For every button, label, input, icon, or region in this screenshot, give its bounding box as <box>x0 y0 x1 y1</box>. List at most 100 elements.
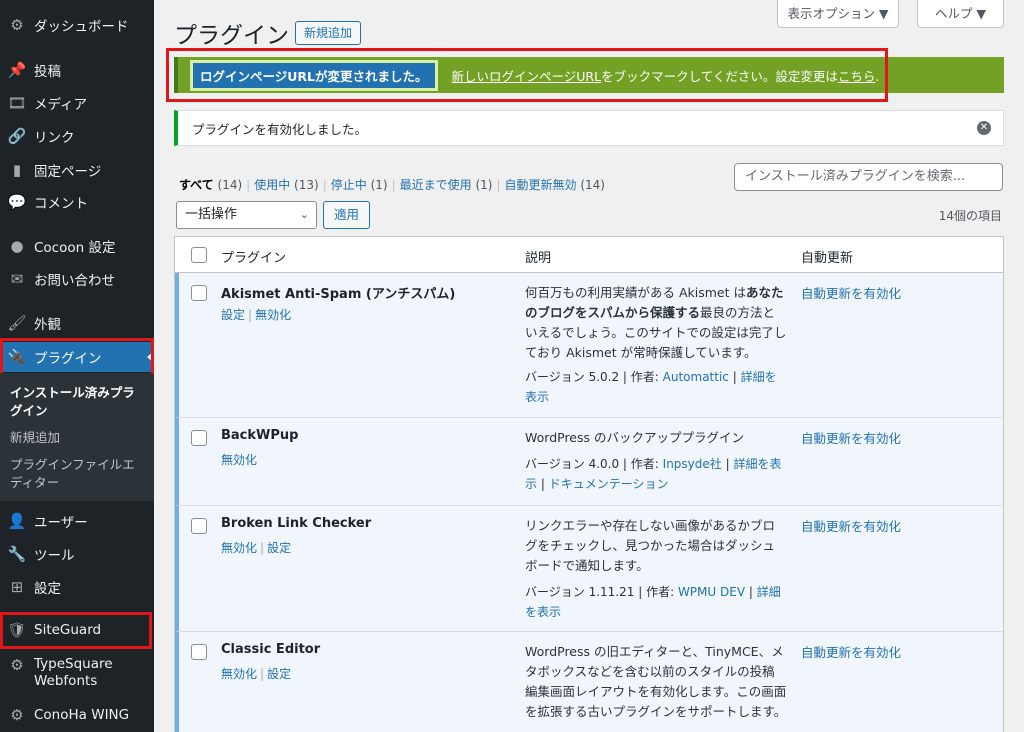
menu-typesquare[interactable]: ⚙ TypeSquare Webfonts <box>0 656 154 692</box>
menu-comments[interactable]: 💬 コメント <box>0 187 154 217</box>
activated-text: プラグインを有効化しました。 <box>192 121 368 137</box>
menu-links[interactable]: 🔗 リンク <box>0 121 154 151</box>
plugin-actions: 無効化 <box>221 451 257 468</box>
row-checkbox[interactable] <box>191 285 207 301</box>
plugin-meta: バージョン 4.0.0 | 作者: Inpsyde社 | 詳細を表示 | ドキュ… <box>525 457 782 491</box>
settings-link[interactable]: 設定 <box>221 308 245 322</box>
apply-button[interactable]: 適用 <box>323 201 371 229</box>
mail-icon: ✉ <box>10 270 24 288</box>
filter-all[interactable]: すべて (14) <box>179 178 242 192</box>
filter-recently-active[interactable]: 最近まで使用 (1) <box>400 178 493 192</box>
deactivate-link[interactable]: 無効化 <box>221 541 257 555</box>
menu-label: ConoHa WING <box>34 707 130 723</box>
bulk-action-value: 一括操作 <box>185 207 238 222</box>
settings-link[interactable]: 設定 <box>267 541 291 555</box>
plugin-meta: バージョン 1.11.21 | 作者: WPMU DEV | 詳細を表示 <box>525 585 781 619</box>
enable-auto-update-link[interactable]: 自動更新を有効化 <box>801 642 901 661</box>
plugins-table: プラグイン 説明 自動更新 Akismet Anti-Spam (アンチスパム)… <box>174 236 1004 732</box>
help-button[interactable]: ヘルプ ▼ <box>917 0 1004 28</box>
menu-media[interactable]: 🎞 メディア <box>0 88 154 118</box>
submenu-add-new[interactable]: 新規追加 <box>10 429 144 447</box>
author-link[interactable]: Automattic <box>663 370 729 384</box>
plugin-name: Classic Editor <box>221 642 321 657</box>
page-title: プラグイン <box>174 23 289 49</box>
plugin-search-input[interactable]: インストール済みプラグインを検索... <box>734 163 1003 191</box>
menu-appearance[interactable]: 🖌 外観 <box>0 308 154 338</box>
activated-notice: プラグインを有効化しました。 ✕ <box>174 110 1004 146</box>
filter-inactive[interactable]: 停止中 (1) <box>331 178 388 192</box>
media-icon: 🎞 <box>7 94 27 112</box>
plugin-actions: 無効化 | 設定 <box>221 667 292 681</box>
column-plugin[interactable]: プラグイン <box>221 247 286 266</box>
page-icon: ▮ <box>12 161 22 179</box>
menu-label: TypeSquare Webfonts <box>34 656 113 689</box>
menu-label: 固定ページ <box>34 164 102 180</box>
select-all-checkbox[interactable] <box>191 247 207 263</box>
screen-options-button[interactable]: 表示オプション ▼ <box>777 0 899 28</box>
plugin-description: リンクエラーや存在しない画像があるかブログをチェックし、見つかった場合はダッシュ… <box>525 518 776 573</box>
typesquare-icon: ⚙ <box>10 656 24 674</box>
menu-contact[interactable]: ✉ お問い合わせ <box>0 264 154 294</box>
submenu-plugin-editor[interactable]: プラグインファイルエディター <box>10 456 144 492</box>
table-row: BackWPup 無効化 WordPress のバックアッププラグイン バージョ… <box>175 418 1003 506</box>
status-filters: すべて (14) | 使用中 (13) | 停止中 (1) | 最近まで使用 (1) | 自動更… <box>179 178 605 192</box>
deactivate-link[interactable]: 無効化 <box>221 667 257 681</box>
enable-auto-update-link[interactable]: 自動更新を有効化 <box>801 516 901 535</box>
table-row: Broken Link Checker 無効化 | 設定 リンクエラーや存在しない画… <box>175 506 1003 632</box>
settings-link[interactable]: 設定 <box>267 667 291 681</box>
menu-label: お問い合わせ <box>34 273 115 289</box>
link-icon: 🔗 <box>7 127 27 145</box>
menu-label: 設定 <box>34 581 61 597</box>
menu-users[interactable]: 👤 ユーザー <box>0 506 154 536</box>
menu-settings[interactable]: ⊞ 設定 <box>0 572 154 602</box>
author-link[interactable]: Inpsyde社 <box>663 457 722 471</box>
pin-icon: 📌 <box>7 61 27 79</box>
menu-dashboard[interactable]: ⚙ ダッシュボード <box>0 10 154 40</box>
menu-tools[interactable]: 🔧 ツール <box>0 539 154 569</box>
menu-conoha[interactable]: ⚙ ConoHa WING <box>0 700 154 730</box>
dismiss-icon[interactable]: ✕ <box>977 121 991 135</box>
highlight-box-siteguard <box>0 612 152 649</box>
menu-label: 投稿 <box>34 64 61 80</box>
admin-sidebar: ⚙ ダッシュボード 📌 投稿 🎞 メディア 🔗 リンク ▮ 固定ページ 💬 コメント ● Co… <box>0 0 154 732</box>
plugin-name: Akismet Anti-Spam (アンチスパム) <box>221 287 456 302</box>
menu-cocoon[interactable]: ● Cocoon 設定 <box>0 231 154 261</box>
enable-auto-update-link[interactable]: 自動更新を有効化 <box>801 283 901 302</box>
row-checkbox[interactable] <box>191 430 207 446</box>
author-link[interactable]: WPMU DEV <box>678 585 745 599</box>
submenu-installed-plugins[interactable]: インストール済みプラグイン <box>10 384 144 420</box>
enable-auto-update-link[interactable]: 自動更新を有効化 <box>801 428 901 447</box>
chevron-down-icon: ⌄ <box>299 208 309 221</box>
menu-label: 外観 <box>34 317 61 333</box>
column-auto-update: 自動更新 <box>801 251 854 266</box>
add-new-button[interactable]: 新規追加 <box>295 21 362 45</box>
item-count: 14個の項目 <box>938 209 1002 223</box>
plugin-description: WordPress のバックアッププラグイン <box>525 430 745 445</box>
user-icon: 👤 <box>7 512 27 530</box>
menu-posts[interactable]: 📌 投稿 <box>0 55 154 85</box>
plugin-description: WordPress の旧エディターと、TinyMCE、メタボックスなどを含む以前… <box>525 644 787 719</box>
menu-label: コメント <box>34 196 88 212</box>
highlight-box-notice <box>166 48 888 102</box>
menu-label: ユーザー <box>34 515 88 531</box>
menu-pages[interactable]: ▮ 固定ページ <box>0 155 154 185</box>
row-checkbox[interactable] <box>191 644 207 660</box>
filter-auto-update-disabled[interactable]: 自動更新無効 (14) <box>505 178 605 192</box>
deactivate-link[interactable]: 無効化 <box>221 453 257 467</box>
menu-label: ツール <box>34 548 75 564</box>
bulk-action-select[interactable]: 一括操作 ⌄ <box>176 201 317 229</box>
filter-active[interactable]: 使用中 (13) <box>254 178 318 192</box>
tools-icon: 🔧 <box>7 545 27 563</box>
plugin-name: Broken Link Checker <box>221 516 372 531</box>
plugin-description: 何百万もの利用実績がある Akismet はあなたのブログをスパムから保護する最… <box>525 285 787 360</box>
documentation-link[interactable]: ドキュメンテーション <box>549 477 669 491</box>
deactivate-link[interactable]: 無効化 <box>255 308 291 322</box>
column-description: 説明 <box>525 251 552 266</box>
plugin-actions: 無効化 | 設定 <box>221 541 292 555</box>
plugin-meta: バージョン 5.0.2 | 作者: Automattic | 詳細を表示 <box>525 370 777 404</box>
menu-label: ダッシュボード <box>34 19 129 35</box>
dashboard-icon: ⚙ <box>10 16 24 34</box>
row-checkbox[interactable] <box>191 518 207 534</box>
plugins-submenu: インストール済みプラグイン 新規追加 プラグインファイルエディター <box>0 373 154 501</box>
conoha-icon: ⚙ <box>10 706 24 724</box>
